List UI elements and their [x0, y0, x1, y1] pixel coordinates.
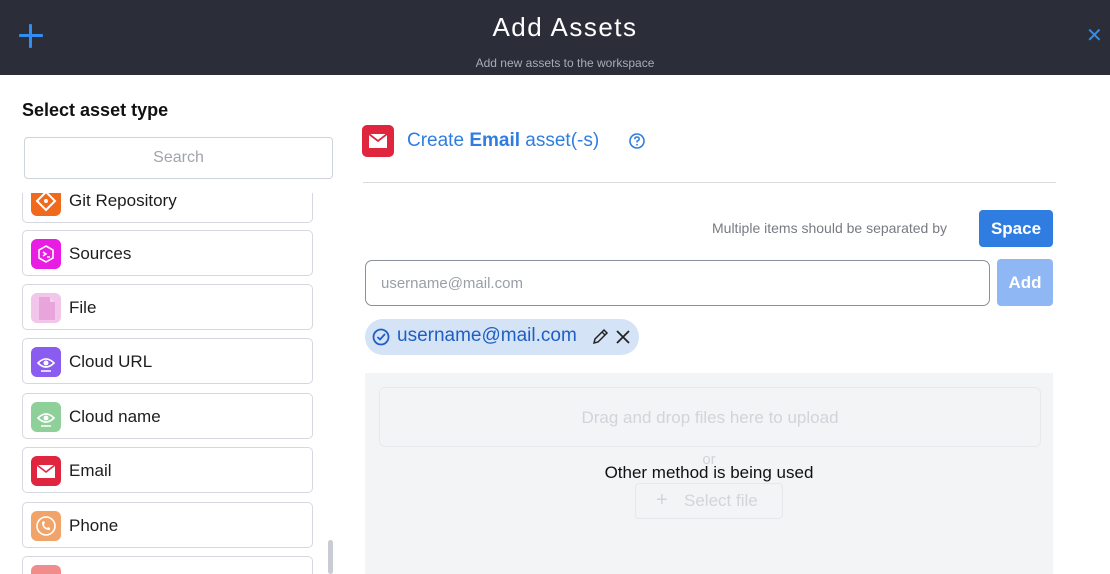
- section-divider: [363, 182, 1056, 183]
- pencil-icon[interactable]: [590, 327, 610, 347]
- separator-hint: Multiple items should be separated by: [712, 220, 948, 236]
- modal-title: Add Assets: [492, 12, 638, 42]
- create-asset-title: Create Email asset(-s): [407, 130, 599, 152]
- modal-header: Add Assets Add new assets to the workspa…: [0, 0, 1110, 75]
- asset-item-git-repository[interactable]: Git Repository: [22, 193, 313, 223]
- create-prefix: Create: [407, 130, 465, 151]
- file-icon: [31, 293, 61, 323]
- email-chip: username@mail.com: [365, 319, 639, 355]
- plus-icon: +: [656, 489, 668, 511]
- email-field[interactable]: [365, 260, 990, 306]
- asset-item-cloud-url[interactable]: Cloud URL: [22, 338, 313, 384]
- git-icon: [31, 193, 61, 216]
- asset-item-phone[interactable]: Phone: [22, 502, 313, 548]
- asset-item-file[interactable]: File: [22, 284, 313, 330]
- asset-item-label: Email: [69, 461, 112, 480]
- phone-icon: [31, 511, 61, 541]
- envelope-icon: [362, 125, 394, 157]
- close-icon[interactable]: ✕: [1086, 26, 1103, 46]
- upload-area: Drag and drop files here to upload or + …: [365, 373, 1053, 574]
- sidebar-scrollbar[interactable]: [328, 540, 333, 574]
- envelope-icon: [31, 456, 61, 486]
- terminal-icon: [31, 239, 61, 269]
- dropzone: Drag and drop files here to upload: [379, 387, 1041, 447]
- create-asset-type: Email: [469, 130, 521, 151]
- partial-icon: [31, 565, 61, 574]
- overlay-message: Other method is being used: [604, 463, 814, 482]
- modal-subtitle: Add new assets to the workspace: [475, 56, 655, 70]
- asset-item-sources[interactable]: Sources: [22, 230, 313, 276]
- help-icon[interactable]: [629, 133, 645, 149]
- asset-item-label: Cloud URL: [69, 352, 153, 371]
- asset-item-email[interactable]: Email: [22, 447, 313, 493]
- asset-item-label: File: [69, 298, 97, 317]
- dropzone-text: Drag and drop files here to upload: [581, 408, 839, 427]
- search-input[interactable]: [24, 137, 333, 179]
- asset-item-label: Cloud name: [69, 407, 161, 426]
- select-file-label: Select file: [684, 491, 758, 510]
- chip-value: username@mail.com: [397, 325, 577, 346]
- check-circle-icon: [372, 328, 390, 346]
- asset-item-cloud-name[interactable]: Cloud name: [22, 393, 313, 439]
- create-suffix: asset(-s): [525, 130, 600, 151]
- asset-item-label: Phone: [69, 516, 119, 535]
- cloud-eye-icon: [31, 347, 61, 377]
- add-button[interactable]: Add: [997, 259, 1053, 306]
- asset-item-label: Git Repository: [69, 193, 177, 210]
- asset-type-list: Git Repository Sources File Cloud URL Cl…: [0, 193, 340, 574]
- asset-item-partial[interactable]: [22, 556, 313, 574]
- asset-item-label: Sources: [69, 244, 132, 263]
- asset-type-heading: Select asset type: [22, 100, 169, 120]
- cloud-eye-icon: [31, 402, 61, 432]
- select-file-button: + Select file: [635, 483, 783, 519]
- space-separator-button[interactable]: Space: [979, 210, 1053, 247]
- close-icon[interactable]: [614, 328, 632, 346]
